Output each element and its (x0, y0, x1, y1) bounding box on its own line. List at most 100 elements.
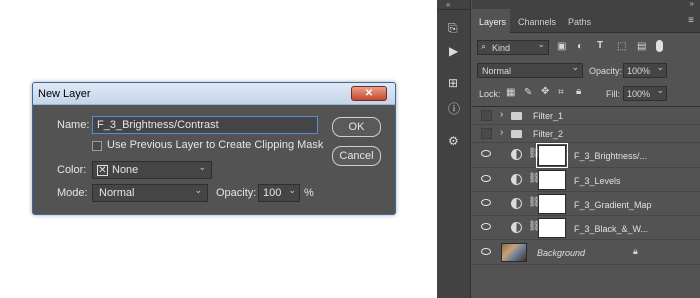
layer-name: F_3_Levels (574, 176, 621, 186)
adjustment-layer-icon (511, 222, 522, 233)
chevron-down-icon: ⌄ (194, 185, 202, 195)
visibility-toggle[interactable] (481, 110, 492, 121)
mode-label: Mode: (57, 187, 88, 199)
lock-paint-icon[interactable]: ✎ (524, 87, 532, 98)
chevron-down-icon: ⌄ (656, 62, 664, 72)
panel-top-strip: » (472, 0, 700, 9)
eye-icon[interactable] (481, 223, 491, 230)
kind-label: Kind (492, 43, 511, 53)
fill-value: 100% (627, 89, 651, 99)
chevron-right-icon[interactable]: › (500, 109, 503, 120)
blend-mode-dropdown[interactable]: Normal ⌄ (477, 62, 583, 78)
layer-row[interactable]: ⛓︎ F_3_Levels (472, 168, 700, 192)
layer-name: Filter_1 (533, 111, 564, 121)
info-icon[interactable]: ⓘ (448, 100, 460, 117)
adjustment-layer-icon (511, 198, 522, 209)
layer-mask-thumbnail[interactable] (536, 143, 568, 168)
lock-transparent-icon[interactable]: ▦ (506, 87, 515, 98)
layer-opacity-value: 100% (627, 66, 651, 76)
fill-label: Fill: (606, 89, 620, 99)
chevron-down-icon: ⌄ (656, 85, 664, 95)
close-button[interactable]: ✕ (351, 86, 387, 101)
blend-mode-value: Normal (482, 66, 512, 76)
layer-row[interactable]: ⛓︎ F_3_Gradient_Map (472, 192, 700, 216)
collapse-arrows-icon[interactable]: » (690, 0, 694, 8)
clipping-mask-label: Use Previous Layer to Create Clipping Ma… (107, 139, 324, 151)
layer-row[interactable]: › Filter_1 (472, 107, 700, 125)
layer-name: Filter_2 (533, 129, 564, 139)
folder-icon (511, 112, 522, 120)
eye-icon[interactable] (481, 199, 491, 206)
history-icon[interactable]: ⎘ (448, 21, 458, 36)
lock-position-icon[interactable]: ✥ (541, 86, 549, 97)
layer-row[interactable]: › Filter_2 (472, 125, 700, 143)
tab-channels[interactable]: Channels (518, 17, 556, 27)
layer-name: F_3_Black_&_W... (574, 224, 649, 234)
chevron-right-icon[interactable]: › (500, 127, 503, 138)
shape-filter-icon[interactable]: ⬚ (617, 41, 626, 52)
visibility-toggle[interactable] (481, 128, 492, 139)
folder-icon (511, 130, 522, 138)
smart-object-filter-icon[interactable]: ▤ (637, 41, 646, 52)
layers-list: › Filter_1 › Filter_2 ⛓︎ F_3_Brightness/… (472, 106, 700, 298)
tab-layers-label: Layers (479, 17, 507, 27)
layer-mask-thumbnail[interactable] (538, 194, 566, 214)
search-icon: ⌕ (481, 41, 487, 51)
layer-mask-thumbnail[interactable] (538, 218, 566, 238)
artboard-icon[interactable]: ⌗ (558, 87, 564, 98)
fill-field[interactable]: 100% ⌄ (623, 85, 667, 101)
layer-mask-thumbnail[interactable] (538, 170, 566, 190)
color-label: Color: (57, 164, 87, 176)
color-dropdown[interactable]: ✕ None ⌄ (92, 161, 212, 179)
divider (437, 9, 471, 10)
lock-label: Lock: (479, 89, 501, 99)
chevron-down-icon: ⌄ (571, 62, 579, 72)
play-icon[interactable]: ▶ (449, 44, 458, 58)
lock-all-icon[interactable]: 🔒︎ (576, 86, 581, 97)
layer-row[interactable]: Background 🔒︎ (472, 240, 700, 265)
tab-paths[interactable]: Paths (568, 17, 591, 27)
no-color-icon: ✕ (97, 165, 108, 176)
mode-value: Normal (99, 187, 135, 199)
lock-icon: 🔒︎ (633, 246, 638, 256)
name-label: Name: (57, 119, 90, 131)
mode-dropdown[interactable]: Normal ⌄ (92, 184, 208, 202)
layer-opacity-field[interactable]: 100% ⌄ (623, 62, 667, 78)
name-field-value: F_3_Brightness/Contrast (97, 119, 219, 131)
kind-filter-dropdown[interactable]: ⌕ Kind ⌄ (477, 39, 549, 55)
collapsed-panel-column: « ⎘ ▶ ⊞ ⓘ ⚙ (437, 0, 471, 298)
opacity-unit: % (304, 187, 314, 199)
opacity-value: 100 (263, 187, 282, 199)
new-layer-dialog: New Layer ✕ Name: F_3_Brightness/Contras… (32, 82, 396, 215)
cancel-button[interactable]: Cancel (332, 146, 381, 166)
ok-button[interactable]: OK (332, 117, 381, 137)
background-thumbnail[interactable] (501, 243, 527, 262)
adjustments-icon[interactable]: ⊞ (448, 76, 458, 90)
layer-row[interactable]: ⛓︎ F_3_Black_&_W... (472, 216, 700, 240)
color-value: None (112, 164, 139, 176)
collapse-arrows-icon[interactable]: « (446, 0, 450, 9)
layer-row[interactable]: ⛓︎ F_3_Brightness/... (472, 143, 700, 168)
opacity-field[interactable]: 100 ⌄ (258, 184, 300, 202)
adjustment-layer-icon (511, 149, 522, 160)
eye-icon[interactable] (481, 248, 491, 255)
eye-icon[interactable] (481, 150, 491, 157)
layer-name: F_3_Brightness/... (574, 151, 648, 161)
opacity-label: Opacity: (589, 66, 623, 76)
eye-icon[interactable] (481, 175, 491, 182)
pixel-filter-icon[interactable]: ▣ (557, 41, 566, 52)
adjustment-filter-icon[interactable]: ◐ (577, 41, 583, 52)
filter-toggle-icon[interactable] (656, 40, 663, 52)
adjustment-layer-icon (511, 174, 522, 185)
dialog-title: New Layer (38, 88, 91, 100)
panel-menu-icon[interactable]: ≡ (688, 15, 694, 26)
type-filter-icon[interactable]: T (597, 40, 603, 51)
properties-icon[interactable]: ⚙ (448, 134, 459, 148)
clipping-mask-checkbox[interactable] (92, 141, 102, 151)
tab-layers[interactable]: Layers (472, 9, 510, 33)
opacity-label: Opacity: (216, 187, 257, 199)
panel-tabs: Layers Channels Paths ≡ (472, 9, 700, 33)
chevron-down-icon: ⌄ (198, 162, 206, 172)
name-field[interactable]: F_3_Brightness/Contrast (92, 116, 318, 134)
chevron-down-icon: ⌄ (537, 39, 545, 49)
